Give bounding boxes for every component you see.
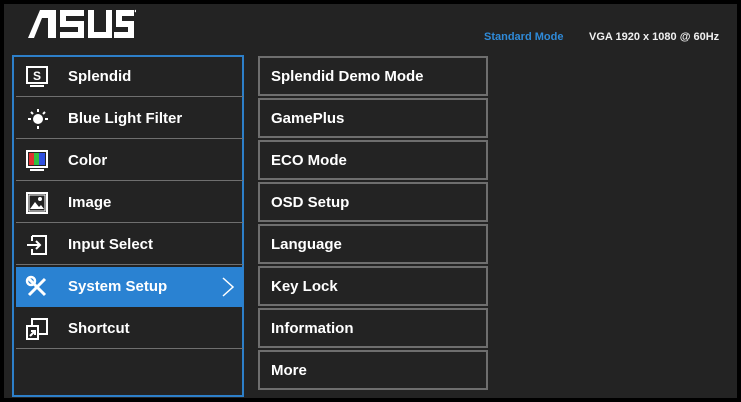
submenu-item-more[interactable]: More [258, 350, 488, 390]
submenu-item-label: Splendid Demo Mode [271, 67, 424, 85]
submenu-item-label: ECO Mode [271, 151, 347, 169]
menu-item-label: Blue Light Filter [68, 110, 183, 127]
menu-item-label: Shortcut [68, 320, 130, 337]
menu-item-blue-light-filter[interactable]: Blue Light Filter [16, 99, 243, 139]
input-resolution-status: VGA 1920 x 1080 @ 60Hz [589, 31, 720, 43]
image-icon [25, 191, 49, 215]
submenu-item-splendid-demo-mode[interactable]: Splendid Demo Mode [258, 56, 488, 96]
menu-item-label: Input Select [68, 236, 154, 253]
menu-item-label: System Setup [68, 278, 168, 295]
submenu-item-language[interactable]: Language [258, 224, 488, 264]
menu-item-input-select[interactable]: Input Select [16, 225, 243, 265]
main-menu: S Splendid Blue Light Filter Color Image… [12, 55, 244, 397]
splendid-icon: S [25, 65, 49, 89]
submenu-item-label: Information [271, 319, 354, 337]
menu-item-label: Splendid [68, 68, 132, 85]
menu-item-system-setup[interactable]: System Setup [16, 267, 243, 307]
svg-text:S: S [33, 69, 41, 83]
asus-logo [28, 9, 136, 38]
menu-item-label: Color [68, 152, 108, 169]
blue-light-filter-icon [25, 107, 49, 131]
menu-item-label: Image [68, 194, 112, 211]
shortcut-icon [25, 317, 49, 341]
input-select-icon [25, 233, 49, 257]
mode-status: Standard Mode [484, 31, 564, 43]
submenu-item-osd-setup[interactable]: OSD Setup [258, 182, 488, 222]
submenu-item-label: More [271, 361, 307, 379]
system-setup-submenu: Splendid Demo Mode GamePlus ECO Mode OSD… [258, 56, 488, 391]
submenu-item-gameplus[interactable]: GamePlus [258, 98, 488, 138]
submenu-item-label: OSD Setup [271, 193, 350, 211]
menu-item-shortcut[interactable]: Shortcut [16, 309, 243, 349]
submenu-item-key-lock[interactable]: Key Lock [258, 266, 488, 306]
menu-item-splendid[interactable]: S Splendid [16, 57, 243, 97]
system-setup-icon [25, 275, 49, 299]
submenu-item-label: GamePlus [271, 109, 345, 127]
chevron-right-icon [222, 277, 235, 297]
submenu-item-label: Language [271, 235, 342, 253]
submenu-item-label: Key Lock [271, 277, 338, 295]
submenu-item-eco-mode[interactable]: ECO Mode [258, 140, 488, 180]
color-icon [25, 149, 49, 173]
submenu-item-information[interactable]: Information [258, 308, 488, 348]
menu-item-color[interactable]: Color [16, 141, 243, 181]
menu-item-image[interactable]: Image [16, 183, 243, 223]
